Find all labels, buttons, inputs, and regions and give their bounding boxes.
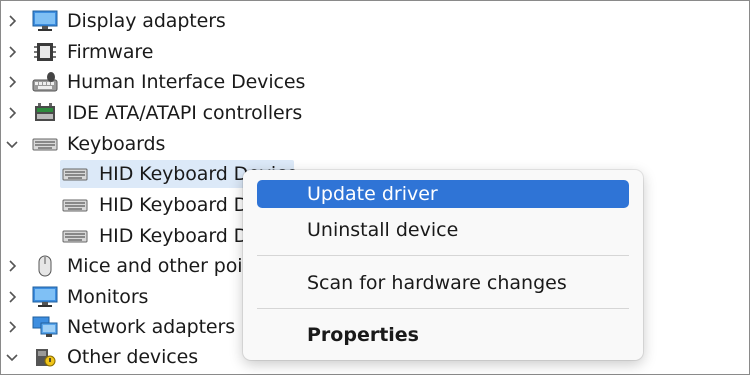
tree-item-label: Other devices [67, 346, 198, 368]
keyboard-icon [32, 133, 58, 155]
menu-item-label: Update driver [307, 183, 438, 205]
network-icon [32, 316, 58, 338]
chevron-down-icon[interactable] [6, 351, 18, 363]
chevron-right-icon[interactable] [6, 321, 18, 333]
unknown-device-icon [32, 346, 58, 368]
menu-separator [257, 255, 629, 256]
menu-item-label: Properties [307, 324, 419, 346]
hid-icon [32, 71, 58, 93]
menu-item-label: Uninstall device [307, 219, 459, 241]
chevron-right-icon[interactable] [6, 260, 18, 272]
context-menu: Update driver Uninstall device Scan for … [243, 170, 643, 360]
monitor-icon [32, 286, 58, 308]
menu-item-label: Scan for hardware changes [307, 272, 567, 294]
tree-item-ide-controllers[interactable]: IDE ATA/ATAPI controllers [0, 98, 750, 128]
monitor-icon [32, 10, 58, 32]
mouse-icon [32, 255, 58, 277]
keyboard-icon [62, 163, 88, 185]
chevron-right-icon[interactable] [6, 291, 18, 303]
menu-item-uninstall-device[interactable]: Uninstall device [257, 216, 629, 244]
chevron-right-icon[interactable] [6, 107, 18, 119]
chevron-right-icon[interactable] [6, 15, 18, 27]
tree-item-keyboards[interactable]: Keyboards [0, 129, 750, 159]
menu-item-properties[interactable]: Properties [257, 321, 629, 349]
tree-item-label: Network adapters [67, 316, 236, 338]
tree-item-display-adapters[interactable]: Display adapters [0, 6, 750, 36]
menu-separator [257, 308, 629, 309]
keyboard-icon [62, 225, 88, 247]
tree-item-label: Monitors [67, 286, 149, 308]
tree-item-label: Firmware [67, 41, 154, 63]
chevron-down-icon[interactable] [6, 138, 18, 150]
keyboard-icon [62, 194, 88, 216]
menu-item-scan-hardware[interactable]: Scan for hardware changes [257, 269, 629, 297]
tree-item-label: Keyboards [67, 133, 166, 155]
tree-item-label: Display adapters [67, 10, 226, 32]
tree-item-human-interface-devices[interactable]: Human Interface Devices [0, 67, 750, 97]
tree-item-label: IDE ATA/ATAPI controllers [67, 102, 303, 124]
chevron-right-icon[interactable] [6, 76, 18, 88]
menu-item-update-driver[interactable]: Update driver [257, 180, 629, 208]
disk-controller-icon [32, 102, 58, 124]
chevron-right-icon[interactable] [6, 46, 18, 58]
tree-item-label: Human Interface Devices [67, 71, 306, 93]
tree-item-firmware[interactable]: Firmware [0, 37, 750, 67]
chip-icon [32, 41, 58, 63]
